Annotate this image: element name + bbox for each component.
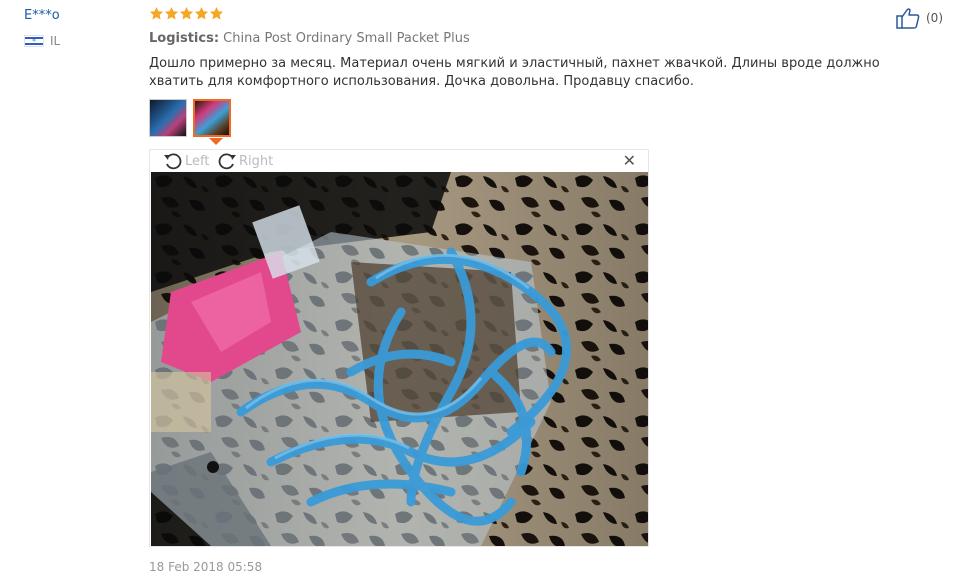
rotate-left-label: Left bbox=[185, 153, 210, 169]
star-icon bbox=[164, 6, 179, 20]
rotate-right-label: Right bbox=[239, 153, 274, 169]
rotate-left-icon bbox=[164, 153, 182, 170]
rating-stars bbox=[149, 6, 224, 21]
logistics-value: China Post Ordinary Small Packet Plus bbox=[223, 31, 470, 46]
helpful-count: (0) bbox=[926, 11, 943, 25]
rotate-right-button[interactable]: Right bbox=[216, 151, 273, 171]
photo-viewer: Left Right ✕ bbox=[149, 149, 649, 547]
viewer-toolbar: Left Right ✕ bbox=[150, 150, 648, 172]
star-icon bbox=[149, 6, 164, 20]
country-code: IL bbox=[50, 34, 61, 48]
helpful-button[interactable]: (0) bbox=[896, 7, 943, 29]
thumbs-up-icon bbox=[896, 8, 920, 29]
star-icon bbox=[194, 6, 209, 20]
logistics-info: Logistics: China Post Ordinary Small Pac… bbox=[149, 31, 470, 46]
rotate-right-icon bbox=[218, 153, 236, 170]
star-icon bbox=[179, 6, 194, 20]
close-icon[interactable]: ✕ bbox=[623, 153, 636, 169]
rotate-left-button[interactable]: Left bbox=[162, 151, 209, 171]
logistics-label: Logistics: bbox=[149, 31, 220, 46]
israel-flag-icon: ✡ bbox=[24, 35, 44, 47]
review-text: Дошло примерно за месяц. Материал очень … bbox=[149, 56, 880, 89]
star-icon bbox=[209, 6, 224, 20]
photo-thumbnails bbox=[149, 99, 231, 137]
review-photo bbox=[151, 172, 648, 546]
photo-thumbnail-1[interactable] bbox=[149, 99, 187, 137]
selected-thumbnail-pointer bbox=[209, 138, 223, 145]
photo-thumbnail-2[interactable] bbox=[193, 99, 231, 137]
review-date: 18 Feb 2018 05:58 bbox=[149, 560, 263, 574]
reviewer-country: ✡ IL bbox=[24, 34, 60, 48]
reviewer-name[interactable]: E***o bbox=[24, 8, 60, 23]
